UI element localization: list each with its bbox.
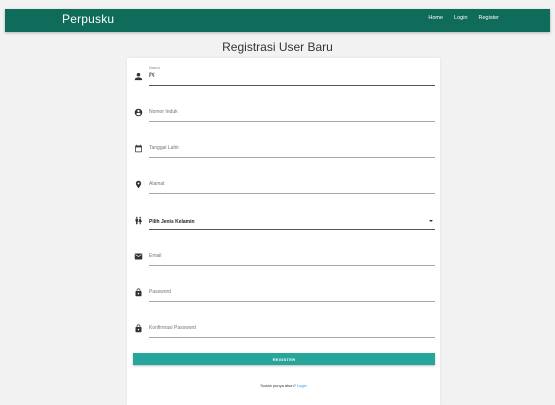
login-hint-text: Sudah punya akun? [260,383,296,388]
navbar: Perpusku Home Login Register [5,9,550,32]
nav-links: Home Login Register [428,15,499,21]
jenis-kelamin-selected: Pilih Jenis Kelamin [149,219,195,225]
nomor-induk-input[interactable] [149,109,435,115]
mail-icon [133,251,143,261]
tanggal-lahir-field [149,135,435,158]
nav-link-home[interactable]: Home [428,15,443,21]
account-circle-icon [133,107,143,117]
lock-icon [133,287,143,297]
wc-icon [133,215,143,225]
login-link[interactable]: Login [297,383,307,388]
lock-icon [133,323,143,333]
konfirmasi-password-field [149,315,435,338]
email-field [149,243,435,266]
konfirmasi-password-row [133,315,435,341]
jenis-kelamin-select[interactable]: Pilih Jenis Kelamin [149,207,435,230]
nama-label: Nama [149,65,160,70]
tanggal-lahir-row [133,135,435,161]
brand-logo[interactable]: Perpusku [62,12,114,26]
email-row [133,243,435,269]
login-hint: Sudah punya akun? Login [127,383,440,388]
tanggal-lahir-input[interactable] [149,145,435,151]
nav-link-login[interactable]: Login [454,15,467,21]
page-title: Registrasi User Baru [222,40,333,54]
nomor-induk-field [149,99,435,122]
alamat-row [133,171,435,197]
person-icon [133,71,143,81]
password-row [133,279,435,305]
nav-link-register[interactable]: Register [479,15,499,21]
register-button[interactable]: REGISTER [133,353,435,365]
konfirmasi-password-input[interactable] [149,325,435,331]
alamat-field [149,171,435,194]
nama-input[interactable] [149,72,435,78]
nama-field: Nama [149,63,435,86]
registration-form: Nama Pilih Jenis K [127,58,440,405]
password-field [149,279,435,302]
location-pin-icon [133,179,143,189]
nomor-induk-row [133,99,435,125]
password-input[interactable] [149,289,435,295]
calendar-icon [133,143,143,153]
alamat-input[interactable] [149,181,435,187]
caret-down-icon [429,220,433,222]
jenis-kelamin-row: Pilih Jenis Kelamin [133,207,435,233]
nama-row: Nama [133,63,435,89]
email-input[interactable] [149,253,435,259]
